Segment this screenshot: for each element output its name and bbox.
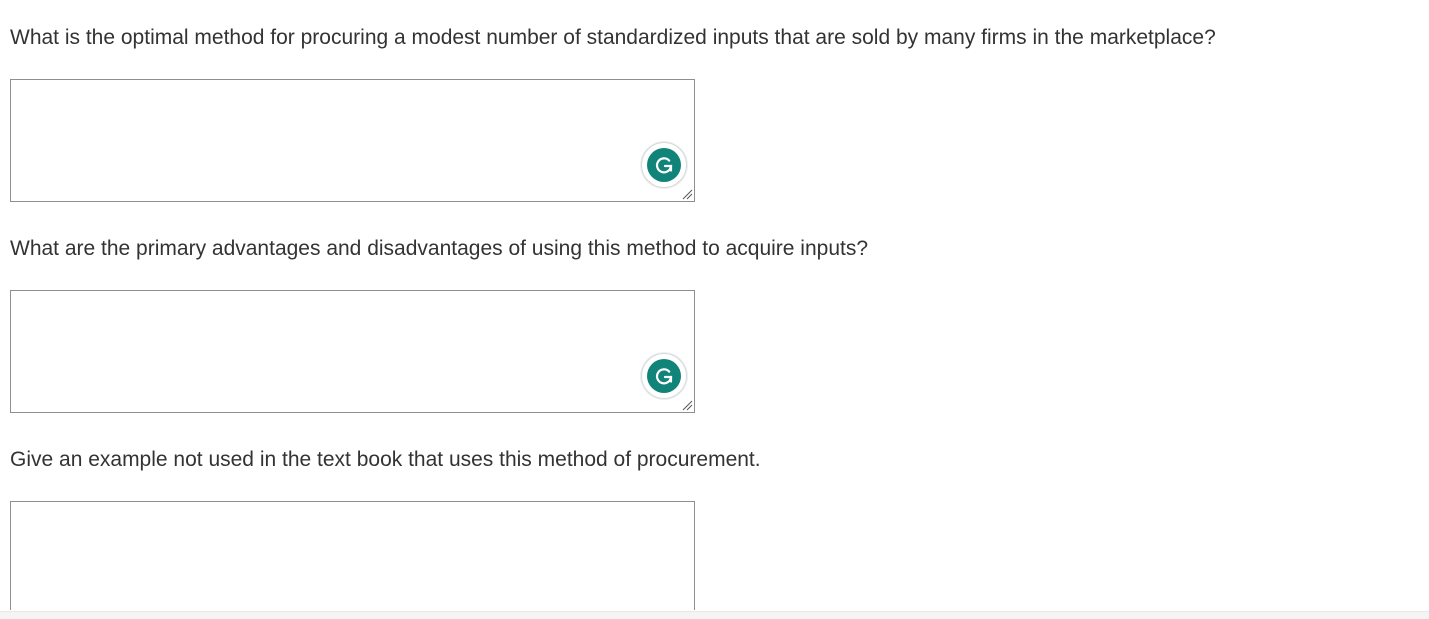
- grammarly-button-2[interactable]: [641, 353, 687, 399]
- question-3-text: Give an example not used in the text boo…: [10, 448, 761, 471]
- answer-input-2[interactable]: [11, 291, 694, 412]
- answer-box-1: [10, 79, 695, 202]
- grammarly-g-icon: [647, 148, 681, 182]
- question-1-text: What is the optimal method for procuring…: [10, 26, 1216, 49]
- answer-input-3[interactable]: [11, 502, 694, 610]
- grammarly-button-1[interactable]: [641, 142, 687, 188]
- answer-input-1[interactable]: [11, 80, 694, 201]
- answer-box-2: [10, 290, 695, 413]
- resize-grip-icon[interactable]: [681, 188, 693, 200]
- answer-box-3: [10, 501, 695, 610]
- grammarly-g-icon: [647, 359, 681, 393]
- resize-grip-icon[interactable]: [681, 399, 693, 411]
- question-2-text: What are the primary advantages and disa…: [10, 237, 869, 260]
